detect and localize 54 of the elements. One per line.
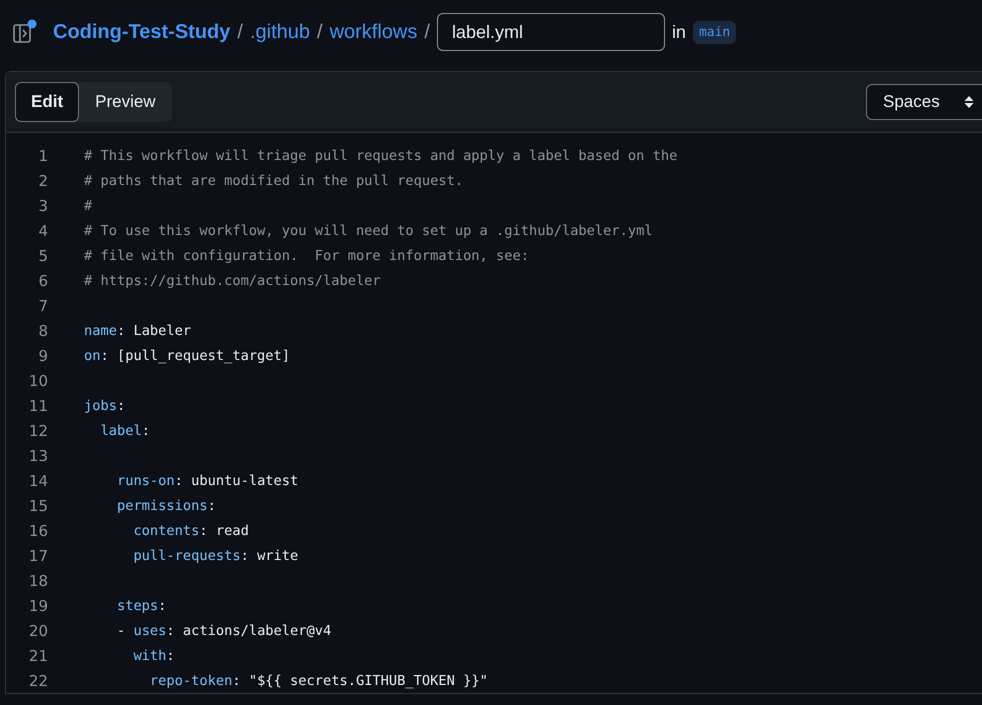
code-line: pull-requests: write (132, 548, 298, 564)
code-line: name: Labeler (84, 322, 192, 338)
line-number: 1 (37, 146, 48, 164)
path-separator: / (424, 20, 430, 44)
line-number: 13 (28, 446, 48, 464)
code-line: jobs: (84, 398, 126, 414)
code-line: on: [pull_request_target] (84, 348, 290, 364)
code-line: - uses: actions/labeler@v4 (116, 622, 332, 638)
line-number: 3 (37, 196, 48, 214)
path-separator: / (317, 20, 323, 44)
code-line: # file with configuration. For more information, see: (84, 248, 529, 264)
line-number: 7 (37, 296, 48, 314)
code-line: contents: read (132, 522, 249, 538)
folder-link[interactable]: workflows (330, 20, 418, 44)
editor-tab[interactable]: Preview (79, 82, 172, 122)
editor-tab[interactable]: Edit (15, 82, 80, 122)
code-line: # (84, 198, 92, 214)
sidebar-toggle-icon[interactable] (12, 19, 38, 45)
line-number: 19 (28, 596, 48, 614)
line-number: 15 (28, 496, 48, 514)
line-number: 10 (28, 372, 48, 390)
code-line: runs-on: ubuntu-latest (116, 472, 298, 488)
branch-label: main (692, 20, 736, 44)
repo-link[interactable]: Coding-Test-Study (53, 20, 230, 44)
code-line: # paths that are modified in the pull request. (84, 172, 464, 188)
code-line: repo-token: "${{ secrets.GITHUB_TOKEN }}" (148, 672, 488, 688)
line-number: 16 (28, 522, 48, 540)
line-number: 21 (28, 646, 48, 664)
line-number: 8 (37, 322, 48, 340)
line-number: 17 (28, 546, 48, 564)
line-number: 22 (28, 672, 48, 690)
code-line: label: (99, 422, 150, 438)
line-number: 9 (37, 346, 48, 364)
sort-caret-icon (964, 96, 974, 108)
path-separator: / (237, 20, 243, 44)
filename-field[interactable]: label.yml (436, 13, 665, 51)
code-line: with: (132, 648, 175, 664)
code-line: steps: (116, 598, 166, 614)
line-number: 11 (28, 396, 48, 414)
line-number: 20 (28, 622, 48, 640)
code-line: # This workflow will triage pull requests and apply a label based on the (84, 148, 678, 164)
code-line: # https://github.com/actions/labeler (84, 272, 381, 288)
line-number: 18 (28, 572, 48, 590)
line-number: 12 (28, 422, 48, 440)
line-number: 5 (37, 246, 48, 264)
line-number: 2 (37, 172, 48, 190)
in-label: in (672, 22, 686, 42)
folder-link[interactable]: .github (250, 20, 310, 44)
code-line: permissions: (116, 498, 216, 514)
code-line: # To use this workflow, you will need to set up a .github/labeler.yml (84, 222, 653, 238)
line-number: 4 (37, 222, 48, 240)
line-number: 14 (28, 472, 48, 490)
indent-select[interactable]: Spaces (866, 84, 982, 120)
line-number: 6 (37, 272, 48, 290)
